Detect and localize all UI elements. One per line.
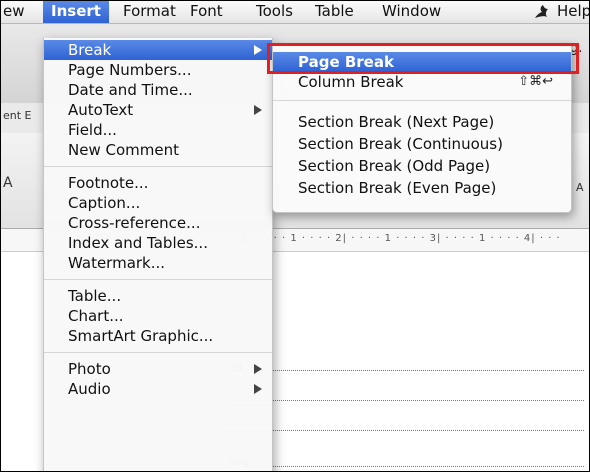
menu-table[interactable]: Table bbox=[309, 1, 360, 23]
menu-item-label: Watermark... bbox=[68, 254, 166, 272]
font-size-icon[interactable]: A bbox=[3, 175, 13, 191]
menu-item-label: Caption... bbox=[68, 194, 141, 212]
insert-break-item[interactable]: Break bbox=[44, 40, 272, 60]
insert-caption-item[interactable]: Caption... bbox=[44, 193, 272, 213]
menu-separator bbox=[44, 166, 272, 167]
menu-item-label: AutoText bbox=[68, 101, 134, 119]
menu-separator bbox=[273, 100, 571, 101]
menu-item-label: Break bbox=[68, 41, 112, 59]
insert-chart-item[interactable]: Chart... bbox=[44, 306, 272, 326]
toc-line bbox=[229, 430, 584, 431]
submenu-arrow-icon bbox=[254, 45, 262, 55]
insert-cross-reference-item[interactable]: Cross-reference... bbox=[44, 213, 272, 233]
menu-tools[interactable]: Tools bbox=[250, 1, 299, 23]
menu-font[interactable]: Font bbox=[184, 1, 229, 23]
highlight-callout-box bbox=[267, 43, 579, 74]
insert-footnote-item[interactable]: Footnote... bbox=[44, 173, 272, 193]
menu-item-label: Column Break bbox=[298, 73, 404, 91]
insert-photo-item[interactable]: Photo bbox=[44, 359, 272, 379]
menu-window[interactable]: Window bbox=[376, 1, 447, 23]
insert-index-tables-item[interactable]: Index and Tables... bbox=[44, 233, 272, 253]
styles-a-icon[interactable]: A bbox=[576, 181, 584, 194]
insert-page-numbers-item[interactable]: Page Numbers... bbox=[44, 60, 272, 80]
menu-item-label: Photo bbox=[68, 360, 111, 378]
menu-item-label: Section Break (Odd Page) bbox=[298, 157, 491, 175]
insert-table-item[interactable]: Table... bbox=[44, 286, 272, 306]
insert-smartart-item[interactable]: SmartArt Graphic... bbox=[44, 326, 272, 346]
insert-autotext-item[interactable]: AutoText bbox=[44, 100, 272, 120]
menu-separator bbox=[44, 279, 272, 280]
menu-item-label: Field... bbox=[68, 121, 117, 139]
menu-item-label: Chart... bbox=[68, 307, 124, 325]
column-break-item[interactable]: Column Break ⇧⌘↩ bbox=[273, 72, 571, 92]
menu-item-label: Section Break (Even Page) bbox=[298, 179, 497, 197]
script-icon[interactable] bbox=[531, 3, 553, 21]
menu-item-label: Table... bbox=[68, 287, 122, 305]
section-break-continuous-item[interactable]: Section Break (Continuous) bbox=[273, 134, 571, 154]
ribbon-tab-partial[interactable]: ent E bbox=[3, 109, 32, 122]
menu-view[interactable]: ew bbox=[1, 1, 31, 23]
section-break-next-page-item[interactable]: Section Break (Next Page) bbox=[273, 112, 571, 132]
toc-line bbox=[229, 370, 584, 371]
insert-new-comment-item[interactable]: New Comment bbox=[44, 140, 272, 160]
menu-item-label: Index and Tables... bbox=[68, 234, 208, 252]
ruler-marks: 1| · · · · 1 · · · · 2| · · · · 1 · · · … bbox=[241, 233, 561, 244]
insert-date-time-item[interactable]: Date and Time... bbox=[44, 80, 272, 100]
menu-item-label: Audio bbox=[68, 380, 111, 398]
insert-field-item[interactable]: Field... bbox=[44, 120, 272, 140]
menu-bar: ew Insert Format Font Tools Table Window… bbox=[1, 1, 589, 24]
insert-audio-item[interactable]: Audio bbox=[44, 379, 272, 399]
menu-item-label: Date and Time... bbox=[68, 81, 193, 99]
insert-watermark-item[interactable]: Watermark... bbox=[44, 253, 272, 273]
toc-line bbox=[229, 400, 584, 401]
section-break-even-page-item[interactable]: Section Break (Even Page) bbox=[273, 178, 571, 198]
menu-item-label: SmartArt Graphic... bbox=[68, 327, 214, 345]
menu-item-label: Section Break (Next Page) bbox=[298, 113, 495, 131]
submenu-arrow-icon bbox=[254, 105, 262, 115]
menu-item-label: Cross-reference... bbox=[68, 214, 201, 232]
submenu-arrow-icon bbox=[254, 364, 262, 374]
insert-menu: Break Page Numbers... Date and Time... A… bbox=[43, 38, 273, 471]
menu-separator bbox=[44, 352, 272, 353]
menu-item-label: Page Numbers... bbox=[68, 61, 192, 79]
keyboard-shortcut: ⇧⌘↩ bbox=[518, 74, 553, 89]
toc-line bbox=[246, 466, 584, 467]
menu-item-label: Footnote... bbox=[68, 174, 149, 192]
menu-item-label: New Comment bbox=[68, 141, 179, 159]
menu-format[interactable]: Format bbox=[117, 1, 182, 23]
menu-item-label: Section Break (Continuous) bbox=[298, 135, 503, 153]
submenu-arrow-icon bbox=[254, 384, 262, 394]
section-break-odd-page-item[interactable]: Section Break (Odd Page) bbox=[273, 156, 571, 176]
menu-help[interactable]: Help bbox=[551, 1, 589, 23]
menu-insert[interactable]: Insert bbox=[43, 1, 109, 23]
screenshot-frame: ent E A A 1| · · · · 1 · · · · 2| · · · … bbox=[0, 0, 590, 472]
